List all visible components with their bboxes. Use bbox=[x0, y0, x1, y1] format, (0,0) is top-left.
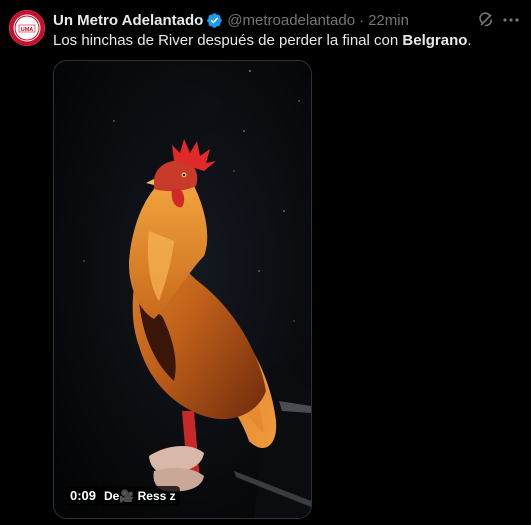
rooster-video-frame bbox=[54, 61, 311, 518]
video-player[interactable] bbox=[53, 60, 312, 519]
avatar-logo-icon: UMA bbox=[9, 10, 45, 46]
display-name[interactable]: Un Metro Adelantado bbox=[53, 12, 203, 29]
separator-dot: · bbox=[359, 11, 365, 29]
avatar-text: UMA bbox=[21, 27, 34, 33]
video-overlay-text: De🎥 Ress z bbox=[100, 486, 180, 506]
tweet-text-prefix: Los hinchas de River después de perder l… bbox=[53, 32, 403, 49]
tweet-text: Los hinchas de River después de perder l… bbox=[53, 31, 472, 51]
more-icon[interactable] bbox=[501, 10, 521, 30]
grok-icon[interactable] bbox=[477, 11, 495, 29]
video-duration-badge: 0:09 bbox=[65, 486, 102, 506]
handle[interactable]: @metroadelantado bbox=[227, 12, 355, 29]
tweet-text-suffix: . bbox=[467, 32, 472, 49]
verified-badge-icon[interactable] bbox=[206, 12, 223, 29]
timestamp[interactable]: 22min bbox=[368, 12, 409, 29]
tweet[interactable]: UMA Un Metro Adelantado @metroadelantado… bbox=[0, 0, 531, 525]
avatar[interactable]: UMA bbox=[9, 10, 45, 46]
tweet-text-bold[interactable]: Belgrano bbox=[402, 32, 467, 49]
tweet-header: Un Metro Adelantado @metroadelantado · 2… bbox=[53, 10, 409, 30]
